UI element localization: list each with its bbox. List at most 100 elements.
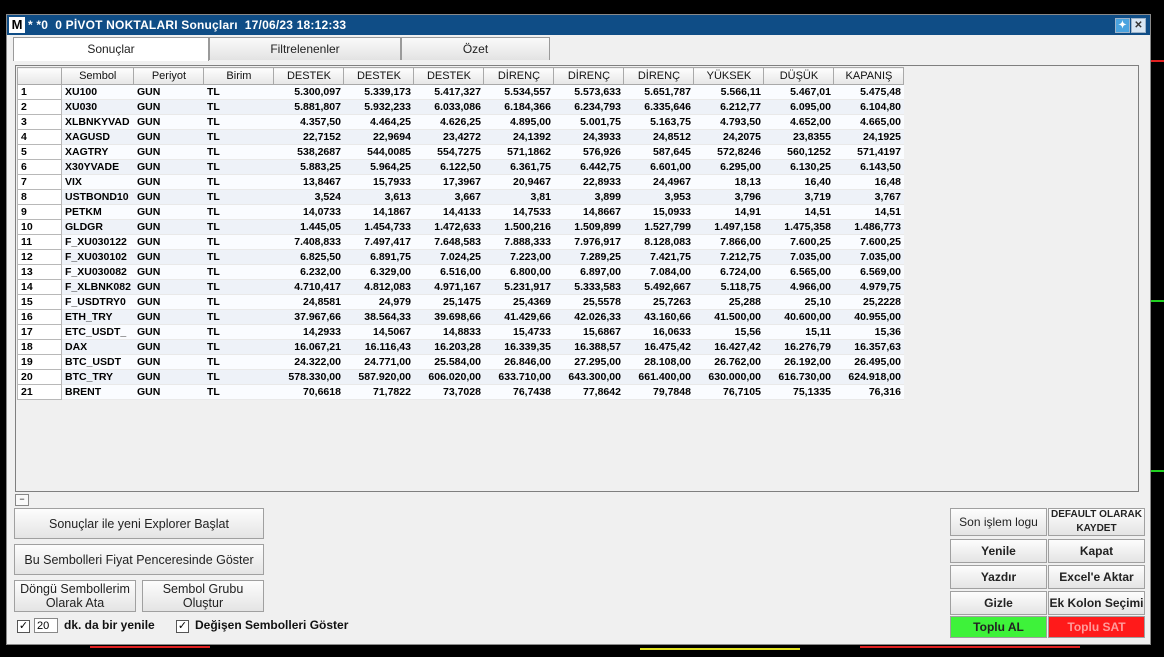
column-header[interactable]: Periyot xyxy=(133,67,205,85)
save-default-button[interactable]: DEFAULT OLARAK KAYDET xyxy=(1048,508,1145,536)
table-cell: XAGTRY xyxy=(61,144,134,160)
row-number: 8 xyxy=(17,189,62,205)
background-line xyxy=(1150,300,1164,302)
table-cell-value: 15,36 xyxy=(833,324,904,340)
table-cell-value: 5.118,75 xyxy=(693,279,764,295)
table-row[interactable]: 12 F_XU030102 GUN TL 6.825,50 6.891,75 7.024,2… xyxy=(17,249,904,265)
tab-sonuclar[interactable]: Sonuçlar xyxy=(13,37,209,61)
table-cell-value: 6.569,00 xyxy=(833,264,904,280)
create-symbol-group-button[interactable]: Sembol Grubu Oluştur xyxy=(142,580,264,612)
buy-all-button[interactable]: Toplu AL xyxy=(950,616,1047,638)
table-cell-value: 606.020,00 xyxy=(413,369,484,385)
table-row[interactable]: 19 BTC_USDT GUN TL 24.322,00 24.771,00 25.584,… xyxy=(17,354,904,370)
column-header[interactable]: DİRENÇ xyxy=(483,67,555,85)
table-cell-value: 15,56 xyxy=(693,324,764,340)
table-cell: TL xyxy=(203,354,274,370)
show-in-price-window-button[interactable]: Bu Sembolleri Fiyat Penceresinde Göster xyxy=(14,544,264,575)
column-header[interactable]: Sembol xyxy=(60,67,135,85)
table-cell: GUN xyxy=(133,324,204,340)
table-cell-value: 3,953 xyxy=(623,189,694,205)
tab-ozet[interactable]: Özet xyxy=(401,37,550,60)
table-row[interactable]: 11 F_XU030122 GUN TL 7.408,833 7.497,417 7.648… xyxy=(17,234,904,250)
table-row[interactable]: 8 USTBOND10 GUN TL 3,524 3,613 3,667 3,81 3,899 3… xyxy=(17,189,904,205)
column-header[interactable]: DESTEK xyxy=(273,67,345,85)
table-row[interactable]: 15 F_USDTRY0 GUN TL 24,8581 24,979 25,1475 25,4… xyxy=(17,294,904,310)
table-row[interactable]: 17 ETC_USDT_ GUN TL 14,2933 14,5067 14,8833 15,… xyxy=(17,324,904,340)
table-row[interactable]: 18 DAX GUN TL 16.067,21 16.116,43 16.203,28 16.… xyxy=(17,339,904,355)
table-row[interactable]: 6 X30YVADE GUN TL 5.883,25 5.964,25 6.122,50 6.… xyxy=(17,159,904,175)
table-row[interactable]: 20 BTC_TRY GUN TL 578.330,00 587.920,00 606.02… xyxy=(17,369,904,385)
row-number: 17 xyxy=(17,324,62,340)
table-row[interactable]: 14 F_XLBNK082 GUN TL 4.710,417 4.812,083 4.971… xyxy=(17,279,904,295)
table-cell-value: 24,8512 xyxy=(623,129,694,145)
table-row[interactable]: 9 PETKM GUN TL 14,0733 14,1867 14,4133 14,7533 1… xyxy=(17,204,904,220)
column-header[interactable]: DİRENÇ xyxy=(553,67,625,85)
column-header[interactable]: YÜKSEK xyxy=(693,67,765,85)
close-button[interactable]: Kapat xyxy=(1048,539,1145,563)
row-number: 6 xyxy=(17,159,62,175)
print-button[interactable]: Yazdır xyxy=(950,565,1047,589)
table-row[interactable]: 13 F_XU030082 GUN TL 6.232,00 6.329,00 6.516,0… xyxy=(17,264,904,280)
table-cell-value: 14,2933 xyxy=(273,324,344,340)
table-cell: GUN xyxy=(133,354,204,370)
table-cell-value: 15,7933 xyxy=(343,174,414,190)
table-row[interactable]: 3 XLBNKYVAD GUN TL 4.357,50 4.464,25 4.626,25 4… xyxy=(17,114,904,130)
column-header[interactable]: DÜŞÜK xyxy=(763,67,835,85)
table-row[interactable]: 5 XAGTRY GUN TL 538,2687 544,0085 554,7275 571,… xyxy=(17,144,904,160)
table-row[interactable]: 10 GLDGR GUN TL 1.445,05 1.454,733 1.472,633 1.… xyxy=(17,219,904,235)
table-row[interactable]: 4 XAGUSD GUN TL 22,7152 22,9694 23,4272 24,1392… xyxy=(17,129,904,145)
table-cell: VIX xyxy=(61,174,134,190)
table-cell-value: 25,10 xyxy=(763,294,834,310)
refresh-button[interactable]: Yenile xyxy=(950,539,1047,563)
table-cell-value: 37.967,66 xyxy=(273,309,344,325)
export-excel-button[interactable]: Excel'e Aktar xyxy=(1048,565,1145,589)
table-cell: GUN xyxy=(133,234,204,250)
column-header[interactable]: KAPANIŞ xyxy=(833,67,905,85)
table-cell-value: 6.184,366 xyxy=(483,99,554,115)
table-row[interactable]: 21 BRENT GUN TL 70,6618 71,7822 73,7028 76,7438… xyxy=(17,384,904,400)
table-cell-value: 40.600,00 xyxy=(763,309,834,325)
refresh-minutes-input[interactable]: 20 xyxy=(34,618,58,633)
explorer-button[interactable]: Sonuçlar ile yeni Explorer Başlat xyxy=(14,508,264,539)
twitter-icon[interactable]: ✦ xyxy=(1115,18,1130,33)
table-row[interactable]: 7 VIX GUN TL 13,8467 15,7933 17,3967 20,9467 22,… xyxy=(17,174,904,190)
collapse-icon[interactable]: − xyxy=(15,494,29,506)
table-row[interactable]: 1 XU100 GUN TL 5.300,097 5.339,173 5.417,327 5.… xyxy=(17,84,904,100)
table-cell-value: 6.295,00 xyxy=(693,159,764,175)
hide-button[interactable]: Gizle xyxy=(950,591,1047,615)
table-cell: TL xyxy=(203,174,274,190)
column-header[interactable]: Birim xyxy=(203,67,275,85)
table-row[interactable]: 16 ETH_TRY GUN TL 37.967,66 38.564,33 39.698,6… xyxy=(17,309,904,325)
row-number: 19 xyxy=(17,354,62,370)
table-cell-value: 6.212,77 xyxy=(693,99,764,115)
table-cell: DAX xyxy=(61,339,134,355)
column-header[interactable] xyxy=(17,67,62,85)
table-cell-value: 578.330,00 xyxy=(273,369,344,385)
table-cell-value: 6.104,80 xyxy=(833,99,904,115)
column-header[interactable]: DESTEK xyxy=(413,67,485,85)
refresh-checkbox[interactable]: ✓ xyxy=(17,620,30,633)
row-number: 12 xyxy=(17,249,62,265)
close-icon[interactable]: ✕ xyxy=(1131,18,1146,33)
table-cell-value: 14,7533 xyxy=(483,204,554,220)
table-row[interactable]: 2 XU030 GUN TL 5.881,807 5.932,233 6.033,086 6.… xyxy=(17,99,904,115)
results-grid[interactable]: Sembol Periyot Birim DESTEK DESTEK DESTEK DİRE… xyxy=(15,65,1139,492)
last-log-button[interactable]: Son işlem logu xyxy=(950,508,1047,536)
background-line xyxy=(90,646,210,648)
extra-columns-button[interactable]: Ek Kolon Seçimi xyxy=(1048,591,1145,615)
table-cell-value: 14,1867 xyxy=(343,204,414,220)
tab-filtrelenenler[interactable]: Filtrelenenler xyxy=(209,37,401,60)
row-number: 13 xyxy=(17,264,62,280)
title-bar: M * *0 0 PİVOT NOKTALARI Sonuçları 17/06… xyxy=(7,15,1150,35)
table-cell-value: 4.665,00 xyxy=(833,114,904,130)
table-cell-value: 3,719 xyxy=(763,189,834,205)
show-changed-checkbox[interactable]: ✓ xyxy=(176,620,189,633)
sell-all-button[interactable]: Toplu SAT xyxy=(1048,616,1145,638)
table-cell-value: 24,2075 xyxy=(693,129,764,145)
assign-loop-symbols-button[interactable]: Döngü Sembollerim Olarak Ata xyxy=(14,580,136,612)
column-header[interactable]: DESTEK xyxy=(343,67,415,85)
row-number: 21 xyxy=(17,384,62,400)
column-header[interactable]: DİRENÇ xyxy=(623,67,695,85)
table-cell-value: 24.771,00 xyxy=(343,354,414,370)
table-cell: GUN xyxy=(133,219,204,235)
